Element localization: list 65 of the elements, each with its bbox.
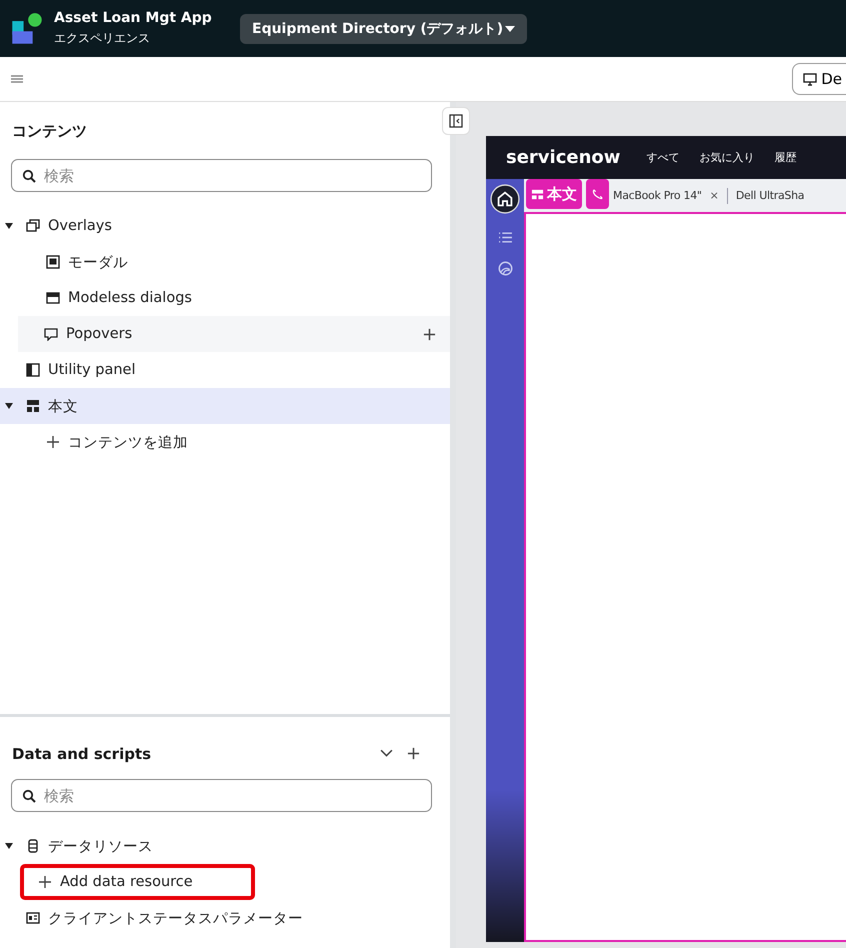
tree-item[interactable]: クライアントステータスパラメーター [0, 900, 450, 936]
search-field[interactable]: 検索 [11, 159, 432, 192]
home-icon[interactable] [490, 184, 520, 214]
nav-link[interactable]: お気に入り [699, 150, 754, 165]
caret-icon [505, 26, 516, 32]
plus-icon [46, 435, 60, 449]
speech-bubble-icon [44, 327, 58, 341]
tree-item-label: データリソース [48, 838, 153, 856]
layout-icon [531, 188, 544, 200]
tree-item[interactable]: Utility panel [0, 352, 450, 388]
tree-item-label: Utility panel [48, 362, 136, 378]
tree-item[interactable]: モーダル [0, 244, 450, 280]
plus-icon[interactable] [407, 746, 420, 760]
nav-link[interactable]: 履歴 [774, 150, 796, 165]
window-icon [46, 291, 60, 305]
caret-icon[interactable] [4, 841, 14, 851]
app-subtitle: エクスペリエンス [54, 30, 151, 47]
caret-icon[interactable] [4, 401, 14, 411]
list-icon[interactable] [498, 230, 512, 245]
nav-link[interactable]: すべて [646, 150, 680, 165]
phone-icon [591, 188, 604, 200]
globe-icon[interactable] [498, 261, 512, 276]
device-button[interactable]: De [792, 63, 846, 95]
tree-item[interactable]: コンテンツを追加 [0, 424, 450, 460]
monitor-icon [803, 72, 818, 86]
tree-item-label: Overlays [48, 218, 112, 234]
add-button[interactable] [423, 328, 436, 340]
tree-item-label: 本文 [48, 398, 78, 416]
caret-icon[interactable] [4, 221, 14, 231]
tree-item[interactable]: Modeless dialogs [0, 280, 450, 316]
plus-icon [38, 875, 52, 889]
tree-item[interactable]: 本文 [0, 388, 450, 424]
tree-item-label: モーダル [68, 254, 128, 272]
app-title: Asset Loan Mgt App [54, 10, 213, 26]
dialog-icon [46, 255, 60, 269]
close-tab-button[interactable]: × [710, 189, 719, 202]
tab[interactable] [586, 179, 609, 209]
app-logo-icon [10, 12, 44, 46]
tree-item-label: Popovers [66, 326, 132, 342]
tree-item-label: Modeless dialogs [68, 290, 192, 306]
menu-icon[interactable] [11, 75, 23, 83]
search-icon [22, 169, 36, 183]
tree-item-label: クライアントステータスパラメーター [48, 910, 303, 928]
search-field[interactable]: 検索 [11, 779, 432, 812]
search-icon [22, 789, 36, 803]
logo-text: servicenow [506, 147, 620, 168]
layout-icon [26, 399, 40, 413]
windows-icon [26, 219, 40, 233]
collapse-panel-button[interactable] [442, 107, 470, 135]
database-icon [26, 839, 40, 853]
panel-title: Data and scripts [12, 745, 152, 763]
tree-item[interactable]: データリソース [0, 828, 450, 864]
side-panel-icon [26, 363, 40, 377]
tab[interactable]: 本文 [526, 179, 582, 209]
panel-title: コンテンツ [12, 122, 88, 141]
tree-item-label: Add data resource [60, 874, 193, 890]
experience-dropdown[interactable]: Equipment Directory (デフォルト) [240, 14, 528, 44]
id-card-icon [26, 911, 40, 925]
tree-item[interactable]: Add data resource [0, 864, 450, 900]
tab[interactable]: MacBook Pro 14" [613, 189, 702, 202]
tab[interactable]: Dell UltraSha [736, 189, 804, 202]
panel-collapse-icon [449, 114, 463, 128]
tree-item-label: コンテンツを追加 [68, 434, 188, 452]
tree-item[interactable]: Popovers [18, 316, 450, 352]
tree-item[interactable]: Overlays [0, 208, 450, 244]
